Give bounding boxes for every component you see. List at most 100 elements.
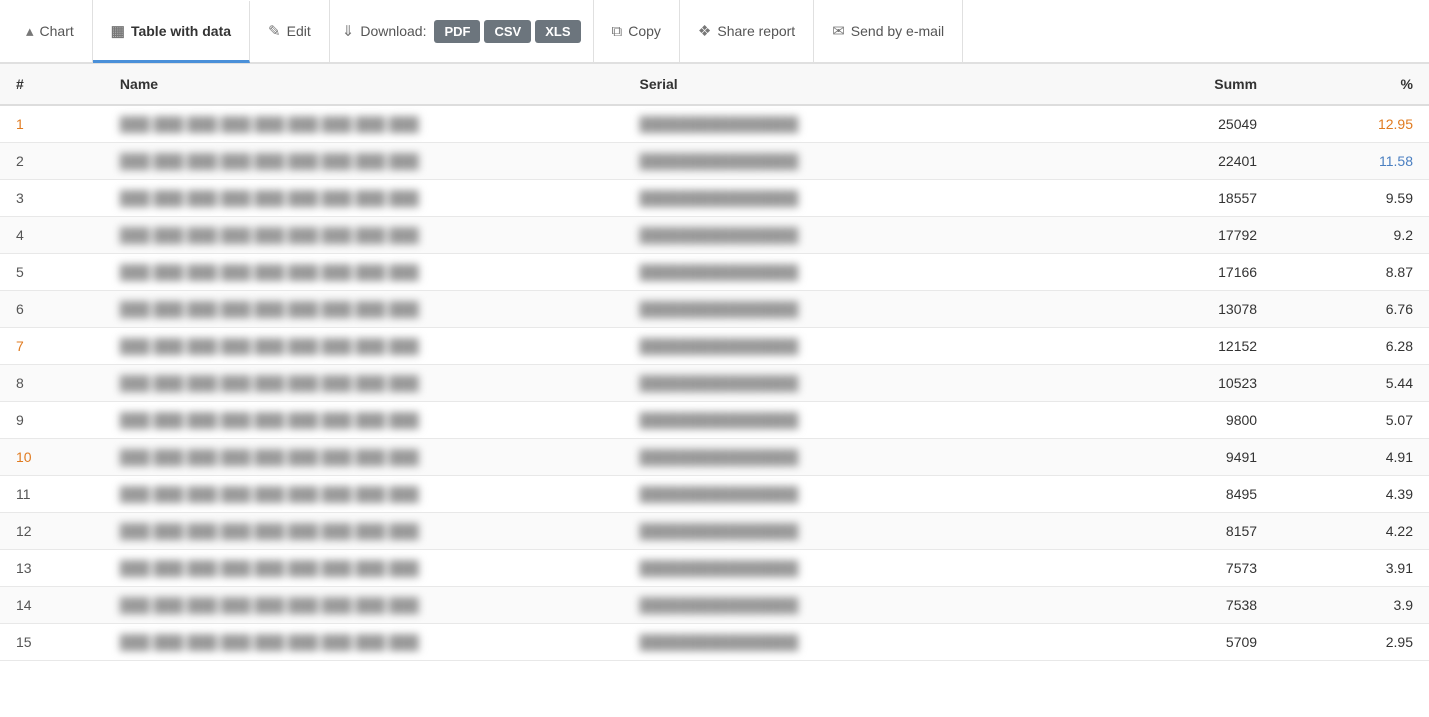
table-row: 4███ ███ ███ ███ ███ ███ ███ ███ ███████… — [0, 217, 1429, 254]
col-header-summ: Summ — [1013, 64, 1273, 105]
cell-name: ███ ███ ███ ███ ███ ███ ███ ███ ███ — [104, 513, 624, 550]
cell-num: 9 — [0, 402, 104, 439]
cell-serial: ████████████████ — [624, 402, 1014, 439]
table-row: 11███ ███ ███ ███ ███ ███ ███ ███ ██████… — [0, 476, 1429, 513]
download-group: ⇓ Download: PDF CSV XLS — [330, 0, 594, 62]
cell-summ: 18557 — [1013, 180, 1273, 217]
cell-num: 14 — [0, 587, 104, 624]
cell-summ: 8495 — [1013, 476, 1273, 513]
cell-num: 12 — [0, 513, 104, 550]
cell-summ: 5709 — [1013, 624, 1273, 661]
cell-pct: 4.22 — [1273, 513, 1429, 550]
table-row: 9███ ███ ███ ███ ███ ███ ███ ███ ███████… — [0, 402, 1429, 439]
table-row: 6███ ███ ███ ███ ███ ███ ███ ███ ███████… — [0, 291, 1429, 328]
cell-num: 2 — [0, 143, 104, 180]
table-row: 8███ ███ ███ ███ ███ ███ ███ ███ ███████… — [0, 365, 1429, 402]
cell-num: 15 — [0, 624, 104, 661]
table-icon: ▦ — [111, 22, 125, 40]
cell-serial: ████████████████ — [624, 513, 1014, 550]
cell-name: ███ ███ ███ ███ ███ ███ ███ ███ ███ — [104, 143, 624, 180]
cell-serial: ████████████████ — [624, 217, 1014, 254]
chart-tab[interactable]: ▴ Chart — [8, 0, 93, 62]
cell-pct: 4.91 — [1273, 439, 1429, 476]
email-icon: ✉ — [832, 22, 845, 40]
table-header-row: # Name Serial Summ % — [0, 64, 1429, 105]
cell-pct: 6.28 — [1273, 328, 1429, 365]
cell-pct: 2.95 — [1273, 624, 1429, 661]
download-icon: ⇓ — [342, 22, 355, 40]
cell-serial: ████████████████ — [624, 439, 1014, 476]
cell-num: 5 — [0, 254, 104, 291]
cell-summ: 17166 — [1013, 254, 1273, 291]
col-header-num: # — [0, 64, 104, 105]
xls-button[interactable]: XLS — [535, 20, 580, 43]
cell-pct: 9.59 — [1273, 180, 1429, 217]
table-row: 5███ ███ ███ ███ ███ ███ ███ ███ ███████… — [0, 254, 1429, 291]
cell-pct: 4.39 — [1273, 476, 1429, 513]
csv-button[interactable]: CSV — [484, 20, 531, 43]
cell-num: 10 — [0, 439, 104, 476]
cell-summ: 8157 — [1013, 513, 1273, 550]
cell-name: ███ ███ ███ ███ ███ ███ ███ ███ ███ — [104, 624, 624, 661]
cell-name: ███ ███ ███ ███ ███ ███ ███ ███ ███ — [104, 439, 624, 476]
col-header-pct: % — [1273, 64, 1429, 105]
cell-name: ███ ███ ███ ███ ███ ███ ███ ███ ███ — [104, 180, 624, 217]
cell-serial: ████████████████ — [624, 105, 1014, 143]
cell-serial: ████████████████ — [624, 365, 1014, 402]
cell-num: 3 — [0, 180, 104, 217]
col-header-name: Name — [104, 64, 624, 105]
cell-summ: 9491 — [1013, 439, 1273, 476]
email-button[interactable]: ✉ Send by e-mail — [814, 0, 963, 62]
download-label: ⇓ Download: — [342, 22, 427, 40]
cell-name: ███ ███ ███ ███ ███ ███ ███ ███ ███ — [104, 105, 624, 143]
cell-serial: ████████████████ — [624, 550, 1014, 587]
table-row: 12███ ███ ███ ███ ███ ███ ███ ███ ██████… — [0, 513, 1429, 550]
edit-icon: ✎ — [268, 22, 281, 40]
cell-name: ███ ███ ███ ███ ███ ███ ███ ███ ███ — [104, 550, 624, 587]
table-row: 1███ ███ ███ ███ ███ ███ ███ ███ ███████… — [0, 105, 1429, 143]
cell-serial: ████████████████ — [624, 476, 1014, 513]
cell-name: ███ ███ ███ ███ ███ ███ ███ ███ ███ — [104, 587, 624, 624]
cell-num: 4 — [0, 217, 104, 254]
edit-button[interactable]: ✎ Edit — [250, 0, 330, 62]
col-header-serial: Serial — [624, 64, 1014, 105]
toolbar: ▴ Chart ▦ Table with data ✎ Edit ⇓ Downl… — [0, 0, 1429, 64]
cell-summ: 17792 — [1013, 217, 1273, 254]
cell-summ: 10523 — [1013, 365, 1273, 402]
cell-name: ███ ███ ███ ███ ███ ███ ███ ███ ███ — [104, 291, 624, 328]
data-table-container: # Name Serial Summ % 1███ ███ ███ ███ ██… — [0, 64, 1429, 661]
chart-label: Chart — [40, 23, 74, 39]
pdf-button[interactable]: PDF — [434, 20, 480, 43]
copy-icon: ⧉ — [612, 23, 623, 40]
cell-summ: 7538 — [1013, 587, 1273, 624]
cell-summ: 22401 — [1013, 143, 1273, 180]
data-table: # Name Serial Summ % 1███ ███ ███ ███ ██… — [0, 64, 1429, 661]
share-button[interactable]: ❖ Share report — [680, 0, 814, 62]
share-label: Share report — [717, 23, 795, 39]
cell-pct: 12.95 — [1273, 105, 1429, 143]
cell-pct: 3.91 — [1273, 550, 1429, 587]
cell-pct: 5.07 — [1273, 402, 1429, 439]
cell-pct: 3.9 — [1273, 587, 1429, 624]
cell-pct: 8.87 — [1273, 254, 1429, 291]
cell-num: 6 — [0, 291, 104, 328]
cell-num: 11 — [0, 476, 104, 513]
cell-serial: ████████████████ — [624, 180, 1014, 217]
table-tab[interactable]: ▦ Table with data — [93, 1, 250, 63]
cell-name: ███ ███ ███ ███ ███ ███ ███ ███ ███ — [104, 254, 624, 291]
cell-pct: 6.76 — [1273, 291, 1429, 328]
cell-name: ███ ███ ███ ███ ███ ███ ███ ███ ███ — [104, 476, 624, 513]
cell-num: 13 — [0, 550, 104, 587]
cell-serial: ████████████████ — [624, 624, 1014, 661]
cell-summ: 9800 — [1013, 402, 1273, 439]
table-row: 10███ ███ ███ ███ ███ ███ ███ ███ ██████… — [0, 439, 1429, 476]
cell-num: 1 — [0, 105, 104, 143]
cell-serial: ████████████████ — [624, 587, 1014, 624]
cell-pct: 11.58 — [1273, 143, 1429, 180]
copy-label: Copy — [628, 23, 661, 39]
copy-button[interactable]: ⧉ Copy — [594, 0, 680, 62]
edit-label: Edit — [287, 23, 311, 39]
cell-name: ███ ███ ███ ███ ███ ███ ███ ███ ███ — [104, 328, 624, 365]
table-row: 2███ ███ ███ ███ ███ ███ ███ ███ ███████… — [0, 143, 1429, 180]
cell-num: 8 — [0, 365, 104, 402]
